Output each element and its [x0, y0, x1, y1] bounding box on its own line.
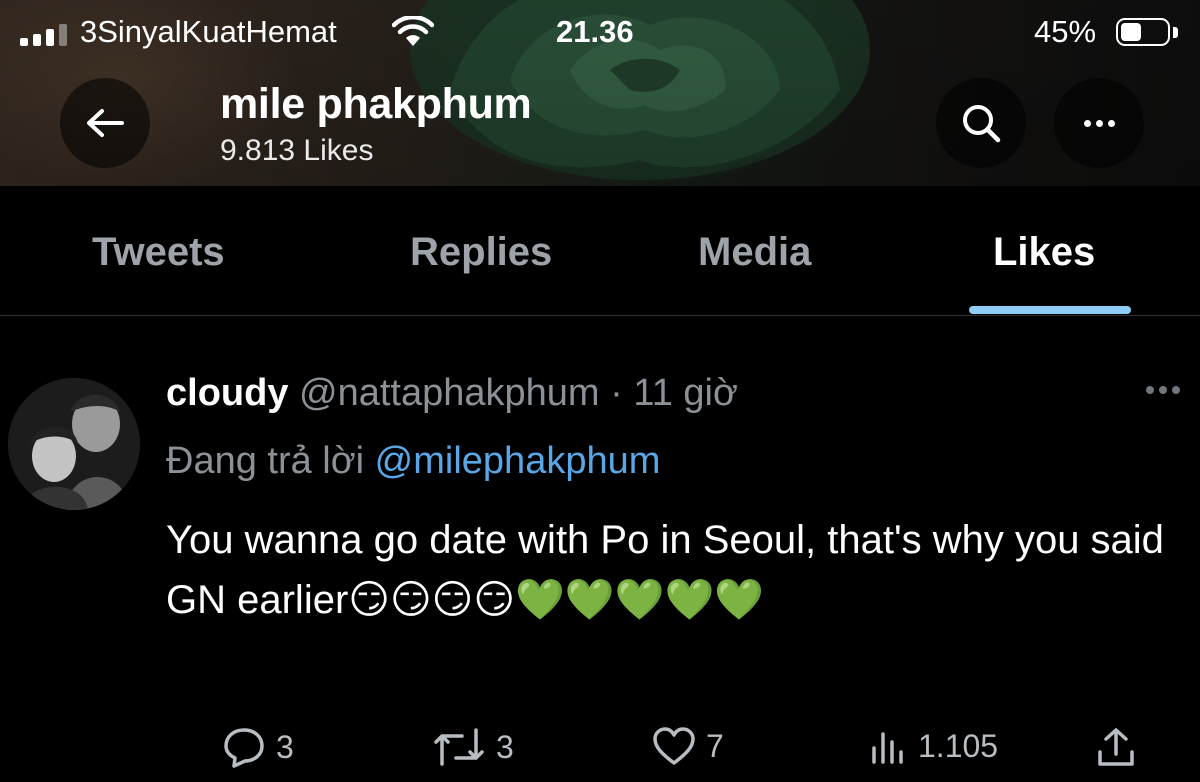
profile-tabs: Tweets Replies Media Likes: [0, 186, 1200, 316]
back-button[interactable]: [60, 78, 150, 168]
tweet-card[interactable]: cloudy @nattaphakphum · 11 giờ Đang trả …: [0, 316, 1200, 782]
views-button[interactable]: 1.105: [868, 726, 998, 766]
tab-likes[interactable]: Likes: [993, 230, 1095, 275]
share-icon: [1098, 728, 1134, 766]
battery-percent: 45%: [1034, 14, 1097, 49]
tweet-author-name[interactable]: cloudy: [166, 372, 288, 414]
tweet-author-handle[interactable]: @nattaphakphum: [299, 372, 600, 414]
status-bar: 3SinyalKuatHemat 21.36 45%: [0, 0, 1200, 62]
wifi-icon: [392, 16, 434, 46]
battery-tip: [1173, 27, 1178, 38]
heart-icon: [653, 727, 695, 765]
battery-icon: [1116, 18, 1170, 46]
cellular-signal-icon: [20, 24, 67, 46]
reply-button[interactable]: 3: [222, 726, 294, 768]
replying-to: Đang trả lời @milephakphum: [166, 440, 660, 483]
tweet-actions: 3 3 7 1.105: [0, 716, 1200, 776]
view-count: 1.105: [918, 727, 999, 764]
like-button[interactable]: 7: [652, 726, 724, 766]
views-chart-icon: [872, 732, 903, 764]
more-horizontal-icon: [1083, 119, 1115, 127]
arrow-left-icon: [87, 109, 124, 137]
more-options-button[interactable]: [1054, 78, 1144, 168]
avatar[interactable]: [8, 378, 140, 510]
profile-name: mile phakphum: [220, 80, 532, 128]
reply-bubble-icon: [224, 728, 264, 768]
battery-level-fill: [1121, 23, 1141, 41]
replying-to-label: Đang trả lời: [166, 440, 365, 482]
active-tab-indicator: [969, 306, 1131, 314]
carrier-name: 3SinyalKuatHemat: [80, 14, 337, 49]
status-time: 21.36: [556, 14, 634, 49]
retweet-icon: [434, 728, 484, 766]
like-count: 7: [706, 727, 724, 764]
search-button[interactable]: [936, 78, 1026, 168]
tab-replies[interactable]: Replies: [410, 230, 552, 275]
tab-media[interactable]: Media: [698, 230, 811, 275]
retweet-count: 3: [496, 728, 514, 765]
tweet-more-button[interactable]: [1146, 386, 1180, 394]
tweet-separator: ·: [610, 372, 623, 414]
tweet-text: You wanna go date with Po in Seoul, that…: [166, 518, 1164, 622]
tweet-timestamp[interactable]: 11 giờ: [633, 372, 738, 414]
replying-to-handle[interactable]: @milephakphum: [375, 440, 661, 482]
tweet-header: cloudy @nattaphakphum · 11 giờ: [166, 372, 738, 415]
share-button[interactable]: [1096, 726, 1136, 768]
retweet-button[interactable]: 3: [432, 726, 514, 768]
more-horizontal-icon: [1146, 386, 1180, 394]
tab-tweets[interactable]: Tweets: [92, 230, 225, 275]
profile-likes-count: 9.813 Likes: [220, 134, 374, 167]
reply-count: 3: [276, 728, 294, 765]
search-icon: [963, 105, 1001, 143]
avatar-photo: [8, 378, 140, 510]
